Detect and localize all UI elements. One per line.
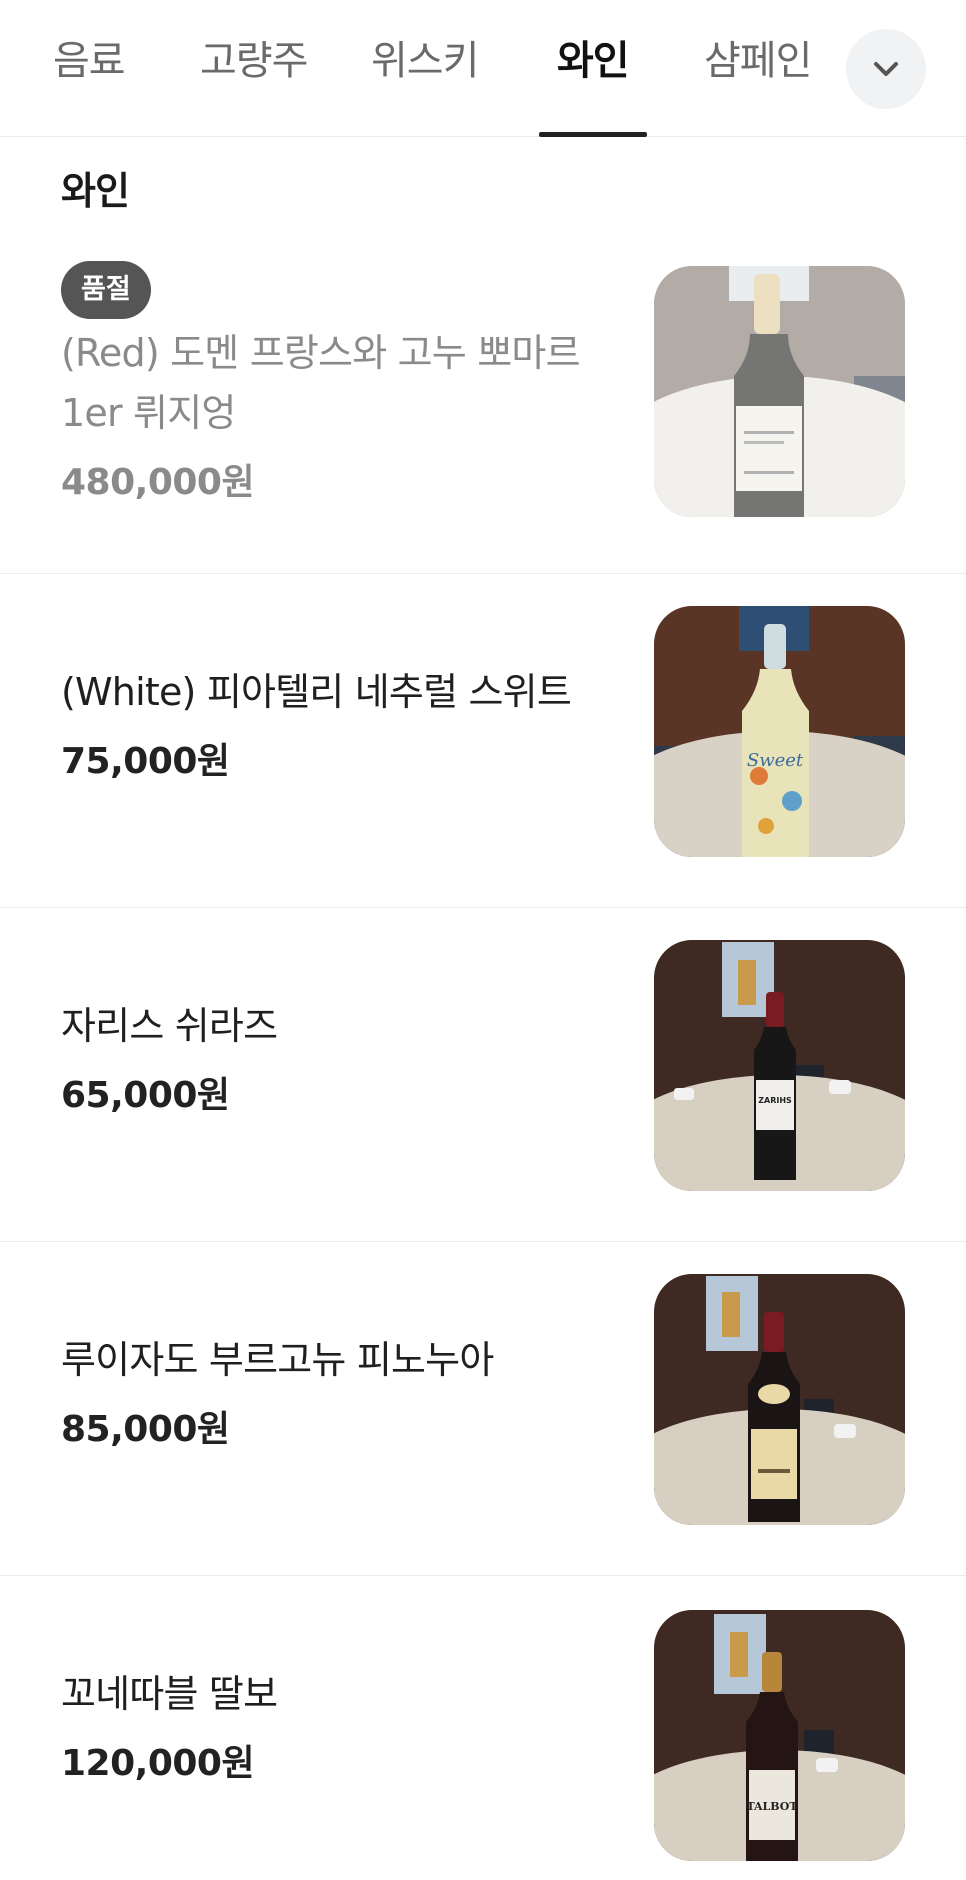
- tab-champagne[interactable]: 샴페인: [704, 30, 812, 137]
- item-price: 75,000원: [61, 741, 230, 782]
- item-price: 85,000원: [61, 1409, 230, 1450]
- sold-out-badge: 품절: [61, 261, 151, 319]
- chevron-down-icon: [874, 62, 898, 76]
- item-price: 65,000원: [61, 1075, 230, 1116]
- item-name: (Red) 도멘 프랑스와 고누 뽀마르 1er 뤼지엉: [61, 331, 581, 435]
- category-tab-bar: 음료 고량주 위스키 와인 샴페인: [0, 0, 966, 137]
- more-categories-button[interactable]: [846, 29, 926, 109]
- svg-text:Sweet: Sweet: [747, 750, 804, 771]
- tab-whisky[interactable]: 위스키: [371, 30, 479, 137]
- svg-text:TALBOT: TALBOT: [746, 1800, 798, 1813]
- item-photo: [654, 1274, 905, 1525]
- menu-item[interactable]: 꼬네따블 딸보 120,000원 TALBOT: [0, 1576, 966, 1880]
- item-name: 꼬네따블 딸보: [61, 1672, 278, 1716]
- svg-text:ZARIHS: ZARIHS: [758, 1096, 792, 1105]
- tab-label: 와인: [557, 38, 630, 84]
- item-name: 루이자도 부르고뉴 피노누아: [61, 1338, 494, 1382]
- tab-kaoliang[interactable]: 고량주: [200, 30, 308, 137]
- item-photo: Sweet: [654, 606, 905, 857]
- tab-label: 고량주: [200, 38, 308, 84]
- item-name: 자리스 쉬라즈: [61, 1004, 278, 1048]
- menu-item[interactable]: 자리스 쉬라즈 65,000원 ZARIHS: [0, 908, 966, 1242]
- item-photo: [654, 266, 905, 517]
- tab-label: 음료: [53, 38, 126, 84]
- menu-item[interactable]: 품절 (Red) 도멘 프랑스와 고누 뽀마르 1er 뤼지엉 480,000원: [0, 230, 966, 574]
- item-photo: TALBOT: [654, 1610, 905, 1861]
- tab-label: 샴페인: [704, 38, 812, 84]
- item-price: 480,000원: [61, 462, 255, 503]
- active-tab-indicator: [539, 132, 647, 137]
- tab-label: 위스키: [371, 38, 479, 84]
- section-title: 와인: [61, 169, 130, 213]
- item-name: (White) 피아텔리 네추럴 스위트: [61, 670, 572, 714]
- tab-wine[interactable]: 와인: [539, 30, 647, 137]
- item-price: 120,000원: [61, 1743, 255, 1784]
- menu-item[interactable]: 루이자도 부르고뉴 피노누아 85,000원: [0, 1242, 966, 1576]
- menu-item[interactable]: (White) 피아텔리 네추럴 스위트 75,000원 Sweet: [0, 574, 966, 908]
- tab-drinks[interactable]: 음료: [53, 30, 126, 137]
- item-photo: ZARIHS: [654, 940, 905, 1191]
